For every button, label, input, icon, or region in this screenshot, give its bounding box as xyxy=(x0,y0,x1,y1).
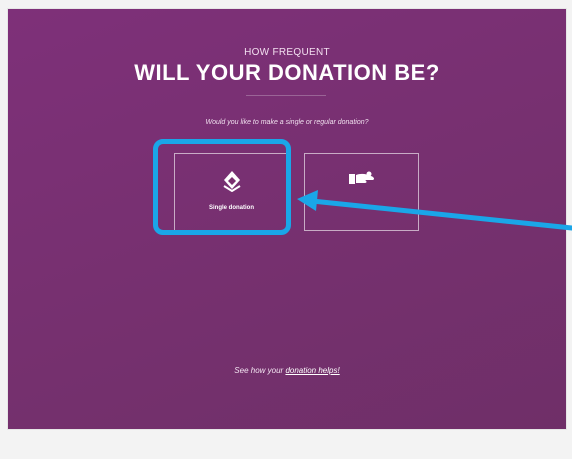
pointer-arrow xyxy=(297,190,572,231)
